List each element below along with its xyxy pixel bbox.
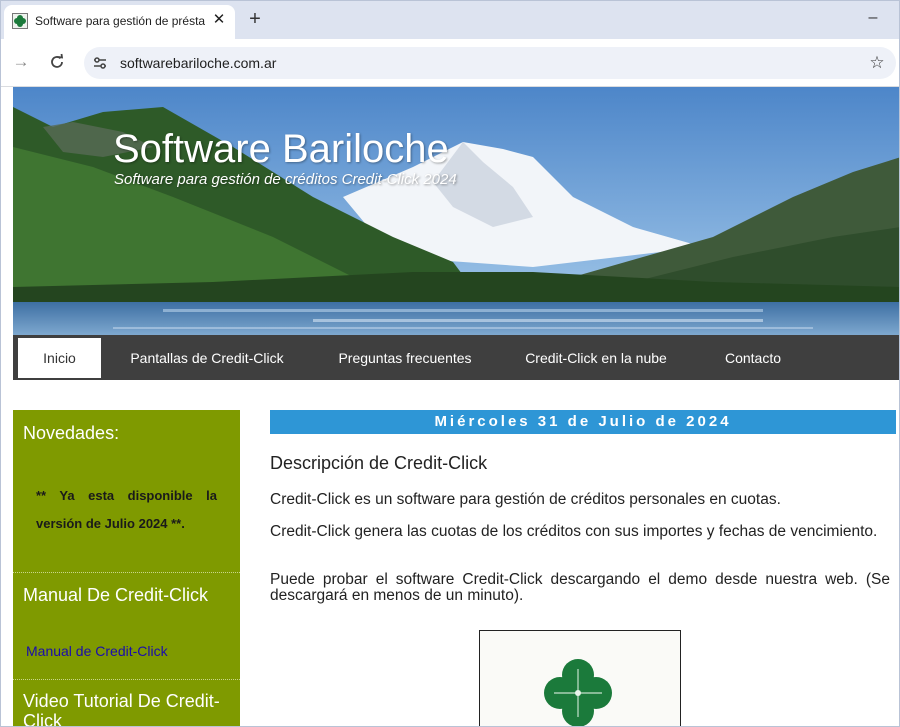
star-icon[interactable]: ☆ (867, 53, 887, 73)
browser-tab[interactable]: Software para gestión de présta ✕ (4, 5, 235, 39)
paragraph: Credit-Click es un software para gestión… (270, 491, 781, 508)
site-subtitle: Software para gestión de créditos Credit… (114, 171, 457, 188)
nav-item-pantallas[interactable]: Pantallas de Credit-Click (119, 338, 295, 378)
nav-item-nube[interactable]: Credit-Click en la nube (516, 338, 676, 378)
reload-icon[interactable] (46, 51, 68, 73)
sidebar-divider (13, 572, 240, 573)
new-tab-button[interactable]: + (244, 8, 266, 30)
logo-image (479, 630, 681, 726)
manual-heading: Manual De Credit-Click (23, 585, 209, 605)
header-banner: Software Bariloche Software para gestión… (13, 87, 899, 335)
close-tab-icon[interactable]: ✕ (209, 10, 229, 30)
novedades-text: ** Ya esta disponible la versión de Juli… (36, 488, 217, 531)
video-heading: Video Tutorial De Credit-Click (23, 691, 220, 727)
tune-icon[interactable] (92, 55, 108, 71)
site-title[interactable]: Software Bariloche (113, 127, 449, 172)
browser-toolbar: → softwarebariloche.com.ar ☆ (1, 39, 899, 87)
url-text[interactable]: softwarebariloche.com.ar (120, 55, 276, 71)
paragraph: Credit-Click genera las cuotas de los cr… (270, 523, 878, 540)
tab-strip: Software para gestión de présta ✕ + – (1, 1, 899, 39)
sidebar: Novedades: ** Ya esta disponible la vers… (13, 410, 240, 727)
paragraph: Puede probar el software Credit-Click de… (270, 571, 890, 604)
page-viewport: Software Bariloche Software para gestión… (1, 87, 899, 727)
browser-window: Software para gestión de présta ✕ + – → (0, 0, 900, 727)
clover-icon (544, 659, 612, 726)
landscape-image (13, 87, 899, 335)
forward-button[interactable]: → (10, 51, 32, 73)
date-header: Miércoles 31 de Julio de 2024 (270, 410, 896, 434)
minimize-button[interactable]: – (861, 7, 885, 29)
manual-link[interactable]: Manual de Credit-Click (26, 643, 168, 659)
main-nav: Inicio Pantallas de Credit-Click Pregunt… (13, 335, 899, 380)
sidebar-divider (13, 679, 240, 680)
address-bar[interactable]: softwarebariloche.com.ar ☆ (84, 47, 896, 79)
novedades-heading: Novedades: (23, 423, 120, 443)
post-title[interactable]: Descripción de Credit-Click (270, 453, 487, 474)
nav-item-contacto[interactable]: Contacto (713, 338, 793, 378)
nav-item-preguntas[interactable]: Preguntas frecuentes (327, 338, 483, 378)
nav-item-inicio[interactable]: Inicio (18, 338, 101, 378)
clover-icon (12, 13, 28, 29)
tab-title: Software para gestión de présta (35, 14, 205, 28)
